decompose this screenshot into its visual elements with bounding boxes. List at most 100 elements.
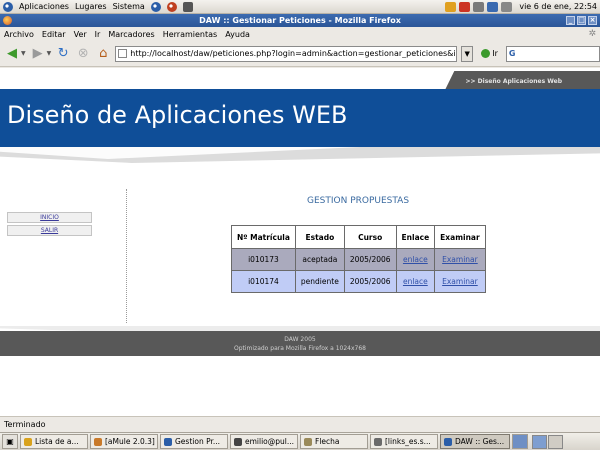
task-app-icon	[94, 437, 102, 446]
window-titlebar[interactable]: DAW :: Gestionar Peticiones - Mozilla Fi…	[0, 14, 600, 27]
cell-curso: 2005/2006	[343, 270, 397, 293]
maximize-icon[interactable]: □	[577, 16, 586, 25]
address-bar[interactable]	[115, 45, 458, 62]
stop-icon[interactable]: ⊗	[75, 46, 91, 62]
panel-menu-aplicaciones[interactable]: Aplicaciones	[19, 2, 69, 11]
go-button[interactable]: Ir	[481, 49, 498, 58]
menu-ayuda[interactable]: Ayuda	[225, 30, 250, 39]
search-box[interactable]: G	[505, 45, 600, 62]
task-amule[interactable]: [aMule 2.0.3]	[90, 434, 158, 449]
enlace-link[interactable]: enlace	[403, 255, 428, 264]
cell-estado: pendiente	[294, 270, 345, 293]
terminal-launcher-icon[interactable]	[182, 1, 193, 12]
system-panel: Aplicaciones Lugares Sistema vie 6 de en…	[0, 0, 600, 14]
network-icon[interactable]	[487, 1, 499, 12]
window-title: DAW :: Gestionar Peticiones - Mozilla Fi…	[199, 16, 401, 25]
forward-arrow-icon[interactable]: ▶	[30, 46, 46, 62]
task-label: [links_es.s...	[385, 437, 431, 446]
go-arrow-icon	[481, 49, 491, 58]
menu-marcadores[interactable]: Marcadores	[108, 30, 154, 39]
volume-icon[interactable]	[501, 1, 513, 12]
task-extra-icon[interactable]	[512, 434, 528, 449]
page-icon	[118, 49, 128, 58]
firefox-window-icon[interactable]	[3, 16, 12, 25]
menu-herramientas[interactable]: Herramientas	[163, 30, 218, 39]
tray-status-icon[interactable]	[445, 1, 457, 12]
task-app-icon	[444, 437, 452, 446]
task-app-icon	[304, 437, 312, 446]
cell-matricula: i010174	[231, 270, 296, 293]
workspace-2[interactable]	[548, 434, 563, 449]
search-engine-icon[interactable]: G	[509, 49, 516, 58]
task-daw-firefox[interactable]: DAW :: Ges...	[440, 434, 510, 449]
cell-examinar: Examinar	[434, 270, 486, 293]
panel-menu-lugares[interactable]: Lugares	[75, 2, 107, 11]
cell-estado: aceptada	[294, 248, 345, 271]
home-icon[interactable]: ⌂	[95, 46, 111, 62]
page-viewport: >> Diseño Aplicaciones Web Diseño de Apl…	[0, 68, 600, 416]
cell-examinar: Examinar	[434, 248, 486, 271]
task-label: Lista de a...	[35, 437, 79, 446]
menu-editar[interactable]: Editar	[42, 30, 66, 39]
site-title: Diseño de Aplicaciones WEB	[7, 101, 348, 129]
workspace-switcher[interactable]	[532, 434, 563, 449]
workspace-1[interactable]	[532, 434, 547, 449]
examinar-link[interactable]: Examinar	[442, 255, 478, 264]
navigation-toolbar: ◀ ▼ ▶ ▼ ↻ ⊗ ⌂ ▼ Ir G	[0, 41, 600, 67]
section-title: GESTION PROPUESTAS	[307, 196, 410, 206]
task-flecha[interactable]: Flecha	[300, 434, 368, 449]
table-row: i010173 aceptada 2005/2006 enlace Examin…	[231, 248, 486, 271]
task-label: [aMule 2.0.3]	[105, 437, 155, 446]
reload-icon[interactable]: ↻	[55, 46, 71, 62]
task-label: Flecha	[315, 437, 340, 446]
column-header-examinar: Examinar	[434, 225, 486, 249]
mail-icon[interactable]	[459, 1, 471, 12]
cell-curso: 2005/2006	[343, 248, 397, 271]
menu-ver[interactable]: Ver	[74, 30, 87, 39]
site-tagline: >> Diseño Aplicaciones Web	[465, 78, 562, 85]
task-lista[interactable]: Lista de a...	[20, 434, 88, 449]
task-label: Gestion Pr...	[175, 437, 221, 446]
show-desktop-icon[interactable]: ▣	[2, 434, 18, 449]
nav-link-inicio[interactable]: INICIO	[7, 212, 92, 223]
task-app-icon	[164, 437, 172, 446]
cell-matricula: i010173	[231, 248, 296, 271]
enlace-link[interactable]: enlace	[403, 277, 428, 286]
gnome-foot-icon[interactable]	[3, 1, 13, 12]
menu-ir[interactable]: Ir	[95, 30, 101, 39]
firefox-launcher-icon[interactable]	[150, 1, 161, 12]
task-terminal[interactable]: emilio@pul...	[230, 434, 298, 449]
column-header-matricula: Nº Matrícula	[231, 225, 296, 249]
back-arrow-icon[interactable]: ◀	[4, 46, 20, 62]
tray-app-icon[interactable]	[473, 1, 485, 12]
proposals-table: Nº Matrícula Estado Curso Enlace Examina…	[231, 225, 486, 293]
menu-bar: Archivo Editar Ver Ir Marcadores Herrami…	[0, 27, 600, 41]
url-history-dropdown-icon[interactable]: ▼	[461, 45, 474, 62]
close-icon[interactable]: ×	[588, 16, 597, 25]
task-links[interactable]: [links_es.s...	[370, 434, 438, 449]
panel-clock[interactable]: vie 6 de ene, 22:54	[519, 2, 597, 11]
column-header-enlace: Enlace	[395, 225, 436, 249]
taskbar: ▣ Lista de a... [aMule 2.0.3] Gestion Pr…	[0, 432, 600, 450]
task-app-icon	[234, 437, 242, 446]
column-header-curso: Curso	[343, 225, 397, 249]
menu-archivo[interactable]: Archivo	[4, 30, 34, 39]
panel-menu-sistema[interactable]: Sistema	[113, 2, 145, 11]
task-gestion[interactable]: Gestion Pr...	[160, 434, 228, 449]
nav-link-salir[interactable]: SALIR	[7, 225, 92, 236]
site-banner: Diseño de Aplicaciones WEB	[0, 89, 600, 147]
column-header-estado: Estado	[294, 225, 345, 249]
column-divider	[126, 189, 127, 323]
url-input[interactable]	[130, 49, 457, 58]
forward-history-dropdown-icon[interactable]: ▼	[47, 50, 52, 57]
minimize-icon[interactable]: _	[566, 16, 575, 25]
system-tray: vie 6 de ene, 22:54	[445, 1, 597, 12]
task-app-icon	[24, 437, 32, 446]
cell-enlace: enlace	[395, 248, 436, 271]
footer-copyright: DAW 2005	[284, 336, 316, 343]
help-launcher-icon[interactable]	[166, 1, 177, 12]
window-controls: _ □ ×	[566, 16, 597, 25]
task-label: DAW :: Ges...	[455, 437, 505, 446]
back-history-dropdown-icon[interactable]: ▼	[21, 50, 26, 57]
examinar-link[interactable]: Examinar	[442, 277, 478, 286]
